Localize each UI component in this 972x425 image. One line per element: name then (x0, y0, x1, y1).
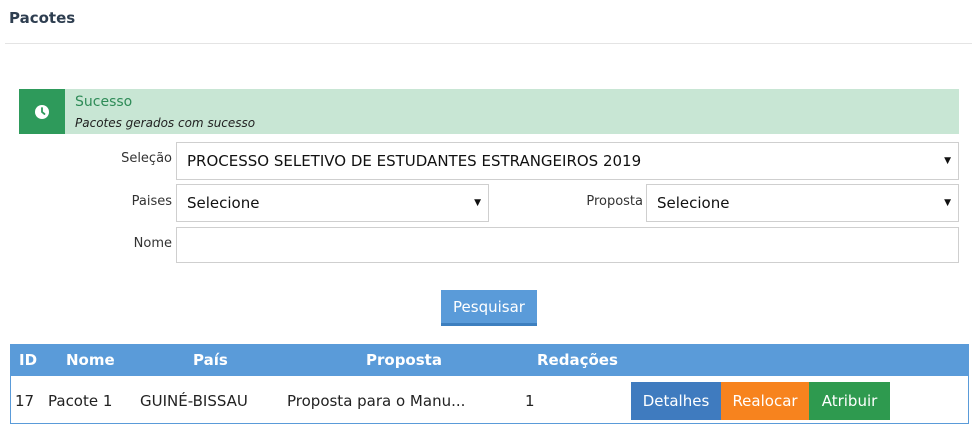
header-id: ID (19, 351, 38, 369)
selecao-label: Seleção (121, 151, 172, 166)
paises-value: Selecione (187, 194, 260, 212)
header-nome: Nome (66, 351, 115, 369)
table-header: ID Nome País Proposta Redações (11, 345, 968, 376)
detalhes-button[interactable]: Detalhes (631, 382, 721, 420)
nome-input[interactable] (176, 227, 959, 263)
title-divider (5, 43, 972, 44)
cell-redacoes: 1 (525, 392, 535, 410)
alert-title: Sucesso (75, 94, 133, 110)
cell-id: 17 (15, 392, 35, 410)
selecao-value: PROCESSO SELETIVO DE ESTUDANTES ESTRANGE… (187, 152, 642, 170)
chevron-down-icon: ▼ (944, 198, 951, 208)
proposta-value: Selecione (657, 194, 730, 212)
atribuir-button[interactable]: Atribuir (809, 382, 890, 420)
chevron-down-icon: ▼ (474, 198, 481, 208)
header-proposta: Proposta (366, 351, 442, 369)
proposta-label: Proposta (586, 194, 643, 209)
search-button[interactable]: Pesquisar (441, 290, 537, 326)
nome-label: Nome (133, 236, 172, 251)
success-alert: Sucesso Pacotes gerados com sucesso (19, 89, 959, 134)
header-pais: País (193, 351, 228, 369)
header-redacoes: Redações (537, 351, 618, 369)
page-title: Pacotes (9, 9, 76, 27)
cell-proposta: Proposta para o Manu... (287, 392, 466, 410)
selecao-select[interactable]: PROCESSO SELETIVO DE ESTUDANTES ESTRANGE… (176, 142, 959, 180)
paises-label: Paises (131, 194, 172, 209)
cell-pais: GUINÉ-BISSAU (140, 392, 248, 410)
realocar-button[interactable]: Realocar (721, 382, 809, 420)
proposta-select[interactable]: Selecione ▼ (646, 184, 959, 222)
results-table: ID Nome País Proposta Redações 17 Pacote… (10, 344, 969, 424)
clock-icon (35, 104, 49, 119)
paises-select[interactable]: Selecione ▼ (176, 184, 489, 222)
alert-message: Pacotes gerados com sucesso (75, 116, 256, 130)
chevron-down-icon: ▼ (944, 156, 951, 166)
alert-icon-box (19, 89, 65, 134)
cell-nome: Pacote 1 (48, 392, 113, 410)
